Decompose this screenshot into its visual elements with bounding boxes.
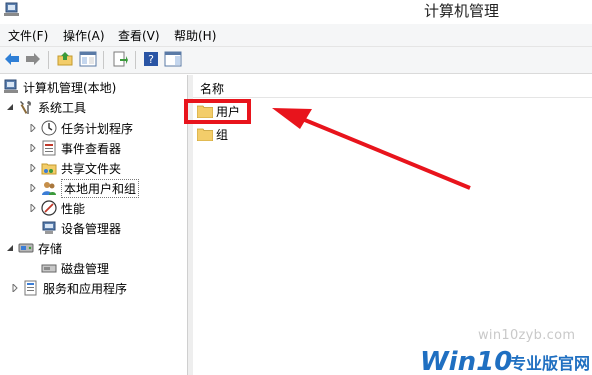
tree-label-task-scheduler: 任务计划程序 bbox=[61, 121, 134, 136]
tree-item-disk-management[interactable]: 磁盘管理 bbox=[41, 258, 109, 278]
forward-arrow-icon bbox=[26, 53, 40, 65]
device-manager-icon bbox=[41, 220, 57, 236]
tree-label-storage: 存储 bbox=[38, 241, 63, 256]
up-level-button[interactable] bbox=[55, 49, 75, 69]
action-pane-button[interactable] bbox=[163, 49, 183, 69]
console-tree-icon bbox=[79, 51, 97, 67]
title-bar: 计算机管理 bbox=[0, 0, 592, 24]
tree-item-services-apps[interactable]: 服务和应用程序 bbox=[10, 278, 127, 298]
tree-label-root: 计算机管理(本地) bbox=[23, 80, 117, 95]
performance-icon bbox=[41, 200, 57, 216]
shared-folder-icon bbox=[41, 160, 57, 176]
tree-item-shared-folders[interactable]: 共享文件夹 bbox=[28, 158, 121, 178]
tree-item-system-tools[interactable]: 系统工具 bbox=[5, 97, 86, 117]
tree-item-task-scheduler[interactable]: 任务计划程序 bbox=[28, 118, 133, 138]
collapsed-arrow-icon[interactable] bbox=[28, 184, 37, 193]
tree-item-local-users-groups[interactable]: 本地用户和组 bbox=[28, 178, 140, 198]
tree-label-shared-folders: 共享文件夹 bbox=[61, 161, 122, 176]
annotation-arrow-icon bbox=[272, 108, 471, 190]
tree-item-event-viewer[interactable]: 事件查看器 bbox=[28, 138, 121, 158]
menu-bar: 文件(F) 操作(A) 查看(V) 帮助(H) bbox=[0, 24, 592, 47]
list-item-groups[interactable]: 组 bbox=[197, 124, 228, 144]
disk-icon bbox=[41, 260, 57, 276]
event-log-icon bbox=[41, 140, 57, 156]
tree-label-device-manager: 设备管理器 bbox=[61, 221, 122, 236]
collapsed-arrow-icon[interactable] bbox=[28, 144, 37, 153]
tree-label-event-viewer: 事件查看器 bbox=[61, 141, 122, 156]
toolbar-separator bbox=[135, 51, 136, 69]
svg-text:?: ? bbox=[148, 53, 154, 66]
column-header-label: 名称 bbox=[200, 82, 225, 96]
menu-help[interactable]: 帮助(H) bbox=[174, 27, 216, 43]
toolbar: ? bbox=[0, 47, 592, 74]
watermark-site: win10zyb.com bbox=[478, 328, 576, 343]
watermark-logo-suffix: 专业版官网 bbox=[510, 354, 590, 373]
tree-label-performance: 性能 bbox=[61, 201, 86, 216]
menu-file[interactable]: 文件(F) bbox=[8, 27, 48, 43]
list-item-label: 组 bbox=[216, 127, 229, 142]
tree-item-root[interactable]: 计算机管理(本地) bbox=[3, 77, 116, 97]
forward-button[interactable] bbox=[23, 49, 43, 69]
tree-label-local-users-groups: 本地用户和组 bbox=[61, 178, 140, 198]
back-button[interactable] bbox=[2, 49, 22, 69]
services-icon bbox=[23, 280, 39, 296]
tools-icon bbox=[18, 99, 34, 115]
users-icon bbox=[41, 180, 57, 196]
help-icon: ? bbox=[144, 52, 158, 66]
back-arrow-icon bbox=[5, 53, 19, 65]
collapsed-arrow-icon[interactable] bbox=[28, 164, 37, 173]
tree-item-device-manager[interactable]: 设备管理器 bbox=[41, 218, 121, 238]
help-button[interactable]: ? bbox=[141, 49, 161, 69]
collapsed-arrow-icon[interactable] bbox=[28, 204, 37, 213]
export-icon bbox=[113, 51, 128, 67]
folder-icon bbox=[197, 128, 213, 141]
tree-label-system-tools: 系统工具 bbox=[38, 100, 87, 115]
computer-management-icon bbox=[4, 2, 19, 16]
watermark-logo-prefix: Win10 bbox=[420, 347, 512, 375]
computer-management-icon bbox=[3, 79, 19, 95]
tree-label-disk-management: 磁盘管理 bbox=[61, 261, 110, 276]
tree-item-storage[interactable]: 存储 bbox=[5, 238, 62, 258]
toolbar-separator bbox=[103, 51, 104, 69]
watermark-logo: Win10 专业版官网 bbox=[420, 347, 590, 375]
toolbar-separator bbox=[48, 51, 49, 69]
tree-label-services-apps: 服务和应用程序 bbox=[43, 281, 128, 296]
collapsed-arrow-icon[interactable] bbox=[10, 284, 19, 293]
console-tree: 计算机管理(本地) 系统工具 任务计划程序 事件查看器 共享文件夹 本地用户和组… bbox=[0, 75, 187, 375]
expanded-arrow-icon[interactable] bbox=[5, 244, 14, 253]
action-pane-icon bbox=[164, 51, 182, 67]
storage-icon bbox=[18, 240, 34, 256]
folder-up-icon bbox=[57, 52, 73, 66]
tree-item-performance[interactable]: 性能 bbox=[28, 198, 85, 218]
clock-icon bbox=[41, 120, 57, 136]
window-title: 计算机管理 bbox=[424, 2, 500, 20]
column-header-name[interactable]: 名称 bbox=[193, 75, 592, 98]
menu-action[interactable]: 操作(A) bbox=[63, 27, 105, 43]
expanded-arrow-icon[interactable] bbox=[5, 103, 14, 112]
collapsed-arrow-icon[interactable] bbox=[28, 124, 37, 133]
show-hide-tree-button[interactable] bbox=[78, 49, 98, 69]
export-list-button[interactable] bbox=[110, 49, 130, 69]
menu-view[interactable]: 查看(V) bbox=[118, 27, 160, 43]
